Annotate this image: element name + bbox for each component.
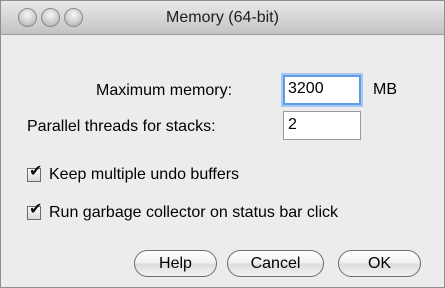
keep-undo-buffers-label: Keep multiple undo buffers: [49, 166, 240, 183]
checkmark-icon: ✔: [29, 163, 43, 180]
max-memory-input[interactable]: 3200: [283, 75, 361, 105]
max-memory-label: Maximum memory:: [96, 82, 233, 99]
cancel-button[interactable]: Cancel: [227, 250, 324, 277]
help-button[interactable]: Help: [134, 250, 217, 277]
parallel-threads-label: Parallel threads for stacks:: [27, 118, 216, 135]
keep-undo-buffers-checkbox[interactable]: ✔: [27, 164, 42, 182]
run-gc-option[interactable]: ✔ Run garbage collector on status bar cl…: [27, 202, 339, 222]
memory-dialog: Memory (64-bit) Maximum memory: 3200 MB …: [0, 0, 445, 288]
run-gc-checkbox[interactable]: ✔: [27, 202, 42, 220]
ok-button[interactable]: OK: [338, 250, 421, 277]
parallel-threads-input[interactable]: 2: [283, 111, 361, 140]
checkmark-icon: ✔: [29, 201, 43, 218]
window-title: Memory (64-bit): [166, 9, 279, 26]
title-bar[interactable]: Memory (64-bit): [1, 1, 444, 35]
max-memory-unit: MB: [373, 81, 397, 98]
run-gc-label: Run garbage collector on status bar clic…: [49, 204, 339, 221]
keep-undo-buffers-option[interactable]: ✔ Keep multiple undo buffers: [27, 164, 240, 184]
